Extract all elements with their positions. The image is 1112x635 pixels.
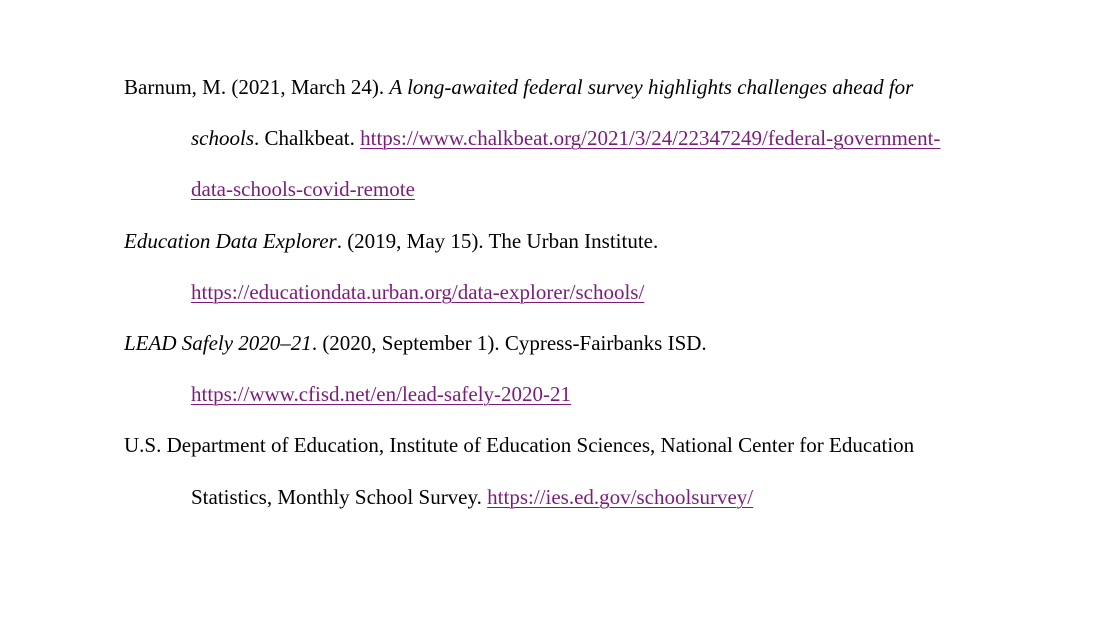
reference-entry-us-dept-education: U.S. Department of Education, Institute … xyxy=(124,420,1004,522)
reference-title: Education Data Explorer xyxy=(124,228,337,253)
reference-link-continued[interactable]: data-schools-covid-remote xyxy=(191,177,415,201)
reference-link[interactable]: https://www.chalkbeat.org/2021/3/24/2234… xyxy=(360,126,940,150)
reference-link[interactable]: https://www.cfisd.net/en/lead-safely-202… xyxy=(191,382,571,406)
reference-publisher: . Chalkbeat. xyxy=(254,126,361,151)
reference-date-publisher: . (2019, May 15). The Urban Institute. xyxy=(336,228,659,253)
reference-date-publisher: . (2020, September 1). Cypress-Fairbanks… xyxy=(311,331,707,356)
reference-link[interactable]: https://ies.ed.gov/schoolsurvey/ xyxy=(487,485,753,509)
reference-entry-education-data-explorer: Education Data Explorer. (2019, May 15).… xyxy=(124,216,1004,318)
reference-title-continued: schools xyxy=(191,126,254,151)
reference-list: Barnum, M. (2021, March 24). A long-awai… xyxy=(124,62,1004,523)
reference-link[interactable]: https://educationdata.urban.org/data-exp… xyxy=(191,280,644,304)
reference-title: Statistics, Monthly School Survey. xyxy=(191,484,488,509)
reference-entry-lead-safely: LEAD Safely 2020–21. (2020, September 1)… xyxy=(124,318,1004,420)
reference-author-date: Barnum, M. (2021, March 24). xyxy=(124,75,390,99)
document-page: Barnum, M. (2021, March 24). A long-awai… xyxy=(0,0,1112,635)
reference-author: U.S. Department of Education, Institute … xyxy=(124,433,915,458)
reference-title: A long-awaited federal survey highlights… xyxy=(389,75,914,99)
reference-entry-barnum: Barnum, M. (2021, March 24). A long-awai… xyxy=(124,62,1004,216)
reference-title: LEAD Safely 2020–21 xyxy=(124,331,312,356)
